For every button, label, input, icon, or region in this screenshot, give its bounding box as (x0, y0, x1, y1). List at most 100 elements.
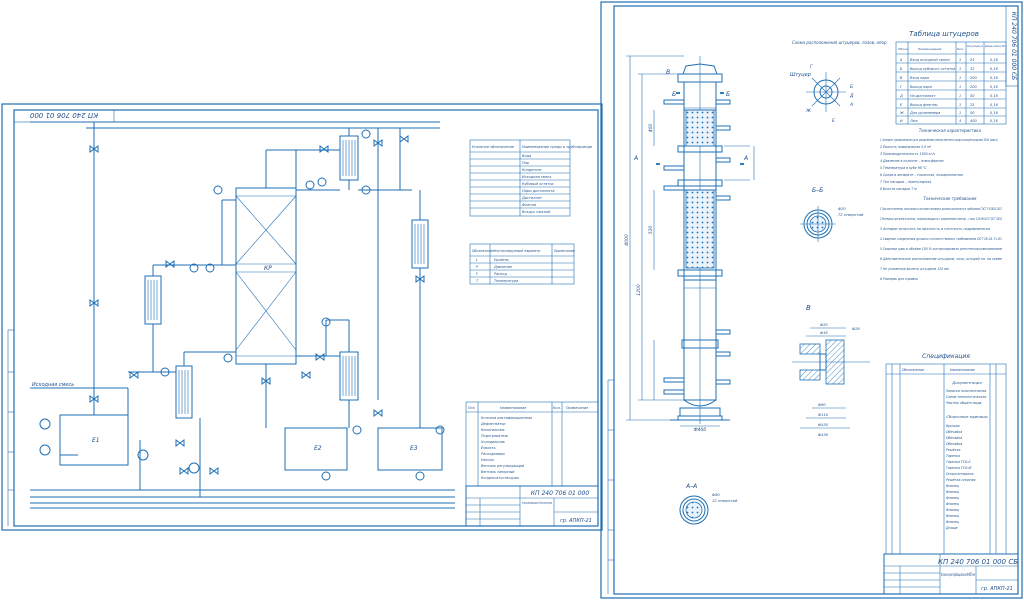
instrument-circle[interactable] (213, 185, 223, 195)
spec-row: Обечайка (946, 430, 962, 434)
cooler[interactable] (175, 365, 193, 419)
legend-row: Воздух сжатый (522, 210, 551, 214)
nozzle-cell: 4 (959, 119, 961, 123)
spec-row: Ёмкость (481, 445, 496, 450)
left-stamp-code: КП 240 706 01 000 (29, 111, 98, 119)
tech-char-item: 3 Производительность 1500 кг/ч (880, 152, 935, 156)
scheme-label: Штуцер (790, 72, 811, 78)
spec-row: Фланец (946, 484, 959, 488)
legend-row: Пары дистиллята (522, 189, 555, 193)
instrument-circle[interactable] (39, 444, 51, 456)
scheme-label: Г (810, 64, 813, 70)
section-bb-view[interactable]: Б–Б Ф20 72 отверстий (800, 187, 864, 242)
nozzle-cell: 1 (959, 103, 961, 107)
instrument-circle[interactable] (39, 418, 51, 430)
label-feed: Исходная смесь (32, 382, 74, 388)
distillate-cooler[interactable] (411, 219, 429, 269)
nozzle-cell: И (900, 119, 903, 123)
spec-row: Холодильник (480, 440, 506, 444)
vessel-e2-label: Е2 (314, 445, 322, 452)
spec-row: Фланец (946, 502, 959, 506)
spec-header: Обозначение (902, 368, 924, 372)
nozzle-scheme-title: Схема расположения штуцеров, лазов, опор (792, 40, 887, 45)
nozzle-header: Давление условное Py, МПа (984, 44, 1005, 48)
nozzle-cell: Для уровнемера (909, 111, 940, 115)
spec-row: Чертёж общего вида (946, 401, 982, 405)
section-label: А (743, 155, 748, 162)
column-assembly-sheet: КП 240 706 01 000 СБ 4000 1200 400 520 Ф… (600, 1, 1023, 599)
legend-header-medium: Наименование среды в трубопроводе (522, 145, 592, 149)
tech-characteristics: Техническая характеристика 1 Аппарат пре… (880, 128, 998, 191)
left-margin-strip (7, 329, 14, 526)
dim-text: Ф436 (818, 433, 829, 437)
tech-req-item: 8 Размеры для справок (880, 277, 918, 281)
dephlegmator[interactable] (339, 135, 359, 181)
instrument-circle[interactable] (361, 129, 371, 139)
preheater[interactable] (144, 275, 162, 325)
nozzle-cell: Ж (899, 111, 904, 115)
spec-header: Примечание (566, 406, 588, 410)
heat-exchangers (144, 135, 429, 419)
right-title-block: КП 240 706 01 000 СБ Колонна ректификаци… (883, 553, 1019, 595)
right-margin-strip (607, 379, 614, 594)
instrument-circle[interactable] (317, 177, 327, 187)
nozzle-scheme[interactable]: Схема расположения штуцеров, лазов, опор… (790, 40, 887, 124)
dim-text: 1200 (636, 284, 642, 296)
spec-row: Записка пояснительная (946, 389, 986, 393)
spec-header: Кол. (553, 406, 561, 410)
nozzle-cell: Е (900, 103, 903, 107)
pipelines (30, 121, 455, 509)
pump[interactable] (188, 462, 200, 474)
nozzle-cell: 0,16 (990, 94, 999, 98)
column-kr[interactable]: КР (235, 187, 297, 365)
left-rotated-stamp: КП 240 706 01 000 (13, 109, 115, 123)
nozzle-cell: 1 (959, 58, 961, 62)
spec-row: Тарелка ТСН-II (946, 460, 970, 464)
dim-text: Ф80 (818, 403, 826, 407)
instrument-circle[interactable] (305, 180, 315, 190)
reboiler[interactable] (339, 351, 359, 401)
instr-code: F (476, 272, 479, 276)
tech-req-title: Технические требования (924, 196, 978, 201)
tech-req-item: 3 Аппарат испытать на прочность и плотно… (880, 227, 990, 231)
instr-param: Давление (493, 265, 512, 269)
dim-text: Ф118 (818, 413, 829, 417)
instrument-circle[interactable] (223, 353, 233, 363)
scheme-label: Д (849, 93, 854, 99)
detail-v-view[interactable]: В Ф16 Ф20 Ф28 Ф80 Ф118 Ф430 Ф436 (792, 304, 870, 437)
nozzle-cell: 32 (970, 67, 975, 71)
right-title-name: Колонна ректификационная Ф400 мм (941, 572, 975, 577)
tech-req-item: 4 Сварные соединения должны соответствов… (880, 237, 1002, 241)
instr-code: T (476, 279, 479, 283)
spec-section-title: Сборочные единицы (946, 414, 987, 419)
spec-row: Вентиль регулирующий (481, 464, 525, 468)
left-title-block: КП 240 706 01 000 Установка ректификацио… (465, 485, 599, 527)
pump[interactable] (321, 471, 331, 481)
left-title-code: КП 240 706 01 000 (531, 490, 590, 497)
nozzle-cell: 0,16 (990, 58, 999, 62)
legend-row: Конденсат (522, 168, 543, 172)
spec-row: Решётка (946, 448, 961, 452)
column-elevation[interactable] (656, 56, 744, 424)
nozzle-cell: 1 (959, 111, 961, 115)
nozzle-cell: На дистиллят (910, 94, 936, 98)
right-stamp-code: КП 240 706 01 000 СБ (1010, 12, 1017, 81)
vessel-e3[interactable]: Е3 (377, 427, 443, 471)
dim-text: Ф28 (852, 327, 860, 331)
instrument-circle[interactable] (352, 425, 362, 435)
legend-row: Кубовый остаток (522, 182, 554, 186)
tech-req-item: 5 Сварные швы в объёме 100 % контролиров… (880, 247, 1003, 251)
nozzle-cell: 0,16 (990, 76, 999, 80)
vessel-e2[interactable]: Е2 (284, 427, 348, 471)
instrument-circle[interactable] (435, 425, 445, 435)
spec-section-title: Документация (951, 380, 982, 385)
vessel-e1[interactable]: Е1 (59, 414, 129, 466)
spec-unit-rows: Крышка Обечайка Обечайка Обечайка Решётк… (945, 424, 976, 530)
pump[interactable] (415, 471, 425, 481)
instr-header: Примечание (554, 249, 575, 253)
spec-row: Тарелка (946, 454, 960, 458)
spec-row: Дефлегматор (480, 422, 506, 426)
nozzle-cell: 1 (959, 76, 961, 80)
section-aa-view[interactable]: А–А Ф80 12 отверстий (679, 483, 738, 525)
dim-text: Ф16 (820, 331, 828, 335)
